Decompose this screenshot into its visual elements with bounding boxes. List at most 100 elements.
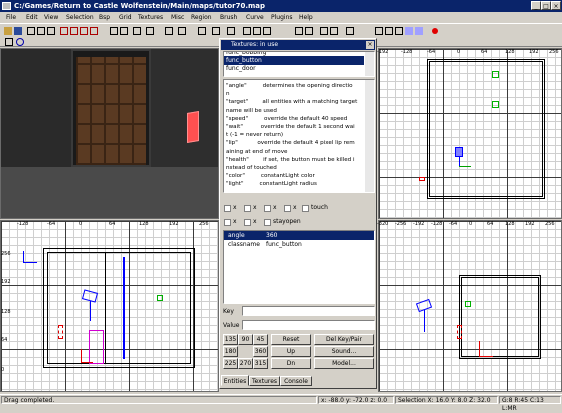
selected-entity-top[interactable]	[455, 147, 463, 157]
save-icon[interactable]	[14, 27, 22, 35]
patch-delete-icon[interactable]	[415, 27, 423, 35]
menu-selection[interactable]: Selection	[66, 12, 94, 23]
selected-button-brush[interactable]	[187, 110, 199, 144]
maximize-button[interactable]: □	[541, 1, 551, 10]
angle-180-button[interactable]: 180	[223, 346, 238, 357]
angle-360-button[interactable]: 360	[253, 346, 268, 357]
curve-icon[interactable]	[253, 27, 261, 35]
angle-45-button[interactable]: 45	[253, 334, 268, 345]
clipper-icon[interactable]	[146, 27, 154, 35]
flip-y-icon[interactable]	[37, 27, 45, 35]
open-icon[interactable]	[4, 27, 12, 35]
entity-class-item-selected[interactable]: func_button	[224, 56, 364, 65]
menu-plugins[interactable]: Plugins	[271, 12, 293, 23]
keyvalue-row[interactable]: classname func_button	[224, 240, 374, 249]
angle-315-button[interactable]: 315	[253, 358, 268, 369]
patch-insert-icon[interactable]	[405, 27, 413, 35]
close-button[interactable]: ×	[551, 1, 561, 10]
menu-brush[interactable]: Brush	[220, 12, 237, 23]
move-icon[interactable]	[320, 27, 328, 35]
reset-button[interactable]: Reset	[271, 334, 311, 345]
touch-checkbox[interactable]	[302, 205, 309, 212]
model-button[interactable]: Model...	[314, 358, 374, 369]
up-button[interactable]: Up	[271, 346, 311, 357]
tab-console[interactable]: Console	[280, 376, 312, 386]
entity-class-list[interactable]: func_bobbing func_button func_door	[223, 51, 375, 77]
at-sign-icon[interactable]	[16, 38, 24, 46]
menu-region[interactable]: Region	[191, 12, 212, 23]
flag-checkbox[interactable]	[244, 205, 251, 212]
bend-icon[interactable]	[263, 27, 271, 35]
select-partial-icon[interactable]	[80, 27, 88, 35]
stayopen-checkbox[interactable]	[264, 219, 271, 226]
menu-file[interactable]: File	[6, 12, 16, 23]
select-inside-icon[interactable]	[90, 27, 98, 35]
flip-x-icon[interactable]	[27, 27, 35, 35]
drag-edges-icon[interactable]	[295, 27, 303, 35]
patch-icon[interactable]	[243, 27, 251, 35]
camera-viewport[interactable]	[0, 48, 219, 219]
angle-270-button[interactable]: 270	[238, 358, 253, 369]
show-curves-icon[interactable]	[375, 27, 383, 35]
camera-floor	[1, 167, 218, 218]
hollow-icon[interactable]	[133, 27, 141, 35]
top-right-grid-view[interactable]: -192 -128 -64 0 64 128 192 256	[377, 48, 562, 219]
flag-checkbox[interactable]	[264, 205, 271, 212]
del-keypair-button[interactable]: Del Key/Pair	[314, 334, 374, 345]
drag-vertices-icon[interactable]	[305, 27, 313, 35]
class-list-scrollbar[interactable]	[365, 52, 374, 76]
menu-edit[interactable]: Edit	[26, 12, 38, 23]
player-start-marker[interactable]	[492, 71, 499, 78]
flag-checkbox[interactable]	[244, 219, 251, 226]
angle-90-button[interactable]: 90	[238, 334, 253, 345]
flag-checkbox[interactable]	[284, 205, 291, 212]
cubic-clip-icon[interactable]	[212, 27, 220, 35]
menu-textures[interactable]: Textures	[138, 12, 163, 23]
bottom-right-grid-view[interactable]: -320 -256 -192 -128 -64 0 64 128 192 256	[377, 220, 562, 392]
free-rotate-icon[interactable]	[346, 27, 354, 35]
menu-bsp[interactable]: Bsp	[99, 12, 110, 23]
button-brush-side[interactable]	[89, 330, 104, 364]
entity-inspector-close-button[interactable]: ×	[366, 41, 374, 49]
flag-checkbox[interactable]	[224, 219, 231, 226]
description-scrollbar[interactable]	[365, 80, 374, 192]
light-entity-marker[interactable]	[492, 101, 499, 108]
scale-down-icon[interactable]	[5, 38, 13, 46]
menu-grid[interactable]: Grid	[119, 12, 132, 23]
csg-subtract-icon[interactable]	[110, 27, 118, 35]
key-input[interactable]	[242, 306, 375, 316]
bottom-left-grid-view[interactable]: -128 -64 0 64 128 192 256 256 192 128 64…	[0, 220, 219, 392]
select-complete-icon[interactable]	[60, 27, 68, 35]
keyvalue-row-selected[interactable]: angle 360	[224, 231, 374, 240]
keyvalue-list[interactable]: angle 360 classname func_button	[223, 230, 375, 304]
entity-view-icon[interactable]	[227, 27, 235, 35]
rotate-icon[interactable]	[47, 27, 55, 35]
select-touching-icon[interactable]	[70, 27, 78, 35]
scale-icon[interactable]	[330, 27, 338, 35]
show-entities-icon[interactable]	[385, 27, 393, 35]
value-input[interactable]	[242, 320, 375, 330]
tab-entities[interactable]: Entities	[221, 375, 249, 386]
entity-class-item[interactable]: func_door	[224, 65, 374, 72]
dn-button[interactable]: Dn	[271, 358, 311, 369]
texture-lock-icon[interactable]	[178, 27, 186, 35]
red-dot-icon[interactable]	[432, 28, 438, 34]
menu-misc[interactable]: Misc	[171, 12, 184, 23]
csg-merge-icon[interactable]	[120, 27, 128, 35]
menu-view[interactable]: View	[44, 12, 58, 23]
menu-curve[interactable]: Curve	[246, 12, 264, 23]
angle-225-button[interactable]: 225	[223, 358, 238, 369]
door-brush-side-blue[interactable]	[123, 257, 125, 359]
sound-button[interactable]: Sound...	[314, 346, 374, 357]
tab-textures[interactable]: Textures	[249, 376, 280, 386]
menu-help[interactable]: Help	[299, 12, 313, 23]
camera-icon[interactable]	[198, 27, 206, 35]
patch-bend-icon[interactable]	[395, 27, 403, 35]
axis-x-top	[459, 166, 471, 167]
change-views-icon[interactable]	[165, 27, 173, 35]
flag-checkbox[interactable]	[224, 205, 231, 212]
light-marker-bottom-right[interactable]	[465, 301, 471, 307]
angle-135-button[interactable]: 135	[223, 334, 238, 345]
light-marker-side[interactable]	[157, 295, 163, 301]
minimize-button[interactable]: _	[531, 1, 541, 10]
